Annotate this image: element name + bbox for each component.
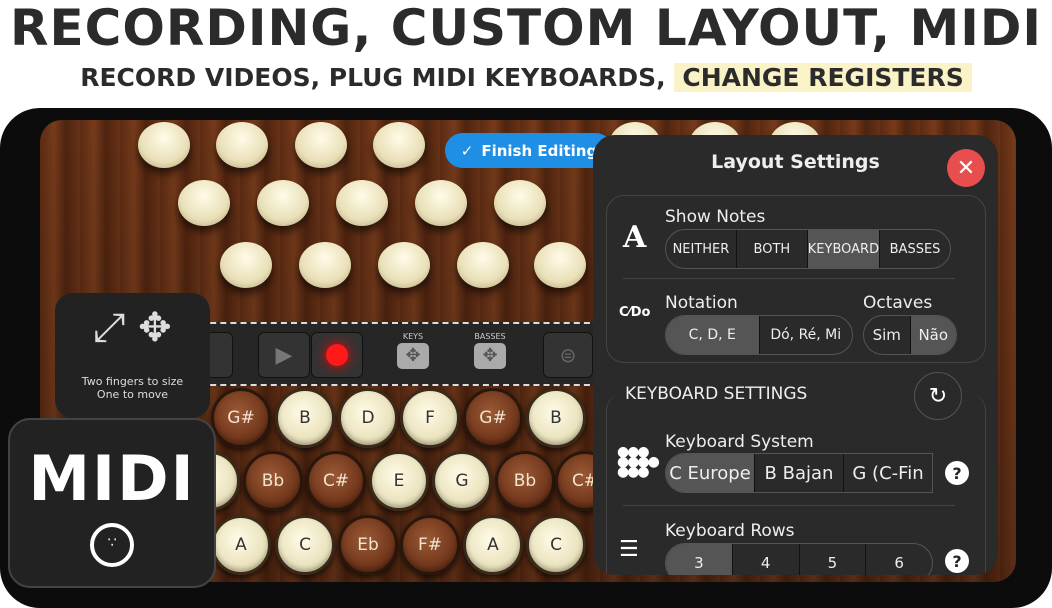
treble-register-button[interactable] (494, 180, 546, 226)
treble-register-button[interactable] (378, 242, 430, 288)
reset-button[interactable]: ↻ (914, 372, 962, 420)
keyboard-rows-segmented: 3456 (665, 543, 933, 575)
keyboard-key[interactable]: G# (463, 388, 523, 448)
keyboard-key[interactable]: F (400, 388, 460, 448)
treble-register-button[interactable] (373, 122, 425, 168)
close-icon: ✕ (956, 155, 976, 181)
panel-title: Layout Settings (711, 151, 880, 173)
treble-register-button[interactable] (295, 122, 347, 168)
option-octaves[interactable]: Sim (864, 316, 911, 354)
keyboard-key[interactable]: A (211, 515, 271, 575)
subheadline-text: RECORD VIDEOS, PLUG MIDI KEYBOARDS, (80, 63, 666, 92)
list-numbered-icon: ☰ (619, 537, 639, 562)
basses-label: BASSES (474, 332, 506, 341)
treble-register-button[interactable] (216, 122, 268, 168)
check-icon: ✓ (460, 141, 474, 160)
treble-register-button[interactable] (138, 122, 190, 168)
keys-move-control[interactable]: KEYS ✥ (390, 332, 436, 371)
close-button[interactable]: ✕ (947, 149, 985, 187)
refresh-icon: ↻ (928, 383, 948, 409)
keyboard-system-icon: ●●● ●●●● ●●● (617, 444, 660, 480)
hint-line2: One to move (96, 388, 169, 401)
keyboard-rows-label: Keyboard Rows (665, 521, 795, 541)
option-keyboard-system[interactable]: G (C-Fin (844, 454, 932, 492)
midi-connector-icon: ∵ (90, 523, 134, 567)
keyboard-key[interactable]: E (369, 451, 429, 511)
help-icon[interactable]: ? (945, 549, 969, 573)
treble-register-button[interactable] (178, 180, 230, 226)
keyboard-key[interactable]: D (338, 388, 398, 448)
notation-segmented: C, D, E Dó, Ré, Mi (665, 315, 853, 355)
option-notation[interactable]: Dó, Ré, Mi (760, 316, 853, 354)
octaves-segmented: Sim Não (863, 315, 957, 355)
treble-register-button[interactable] (336, 180, 388, 226)
move-icon: ✥ (474, 343, 506, 369)
toolbar: ▶ KEYS ✥ BASSES ✥ ⊜ (190, 322, 600, 386)
keyboard-key[interactable]: B (526, 388, 586, 448)
gesture-hint: ⤢ ✥ Two fingers to size One to move (55, 293, 210, 418)
keyboard-key[interactable]: B (275, 388, 335, 448)
keyboard-system-segmented: C Europe B Bajan G (C-Fin (665, 453, 933, 493)
treble-register-button[interactable] (457, 242, 509, 288)
subheadline-highlight: CHANGE REGISTERS (674, 63, 972, 92)
midi-badge: MIDI ∵ (8, 418, 216, 588)
treble-register-button[interactable] (415, 180, 467, 226)
play-button[interactable]: ▶ (258, 332, 310, 378)
keyboard-key[interactable]: C# (306, 451, 366, 511)
keyboard-key[interactable]: C (275, 515, 335, 575)
headline: RECORDING, CUSTOM LAYOUT, MIDI (10, 0, 1042, 57)
subheadline: RECORD VIDEOS, PLUG MIDI KEYBOARDS, CHAN… (0, 60, 1052, 96)
keyboard-key[interactable]: A (463, 515, 523, 575)
treble-register-button[interactable] (220, 242, 272, 288)
keyboard-key[interactable]: G# (211, 388, 271, 448)
basses-move-control[interactable]: BASSES ✥ (467, 332, 513, 371)
option-keyboard-rows[interactable]: 6 (866, 544, 932, 575)
keyboard-key[interactable]: F# (400, 515, 460, 575)
help-icon[interactable]: ? (945, 461, 969, 485)
keyboard-key[interactable]: Bb (495, 451, 555, 511)
option-keyboard-system[interactable]: C Europe (666, 454, 755, 492)
show-notes-label: Show Notes (665, 207, 766, 227)
treble-register-button[interactable] (299, 242, 351, 288)
octaves-label: Octaves (863, 293, 933, 313)
keyboard-system-label: Keyboard System (665, 432, 814, 452)
keyboard-key[interactable]: G (432, 451, 492, 511)
finish-editing-button[interactable]: ✓ Finish Editing (445, 133, 613, 168)
gesture-icon: ⤢ ✥ (93, 305, 172, 351)
option-keyboard-rows[interactable]: 4 (733, 544, 800, 575)
show-notes-segmented: NEITHER BOTH KEYBOARD BASSES (665, 229, 951, 269)
keyboard-key[interactable]: Bb (243, 451, 303, 511)
option-octaves[interactable]: Não (910, 316, 956, 354)
record-icon (326, 344, 348, 366)
treble-register-button[interactable] (257, 180, 309, 226)
option-show-notes[interactable]: KEYBOARD (807, 230, 881, 268)
layout-settings-panel: Layout Settings ✕ A Show Notes NEITHER BO… (593, 135, 998, 575)
keys-label: KEYS (402, 332, 424, 341)
move-icon: ✥ (397, 343, 429, 369)
treble-register-button[interactable] (534, 242, 586, 288)
midi-logo: MIDI (28, 442, 196, 515)
option-show-notes[interactable]: NEITHER (666, 230, 737, 268)
registers-button[interactable]: ⊜ (543, 332, 593, 378)
notation-label: Notation (665, 293, 738, 313)
option-show-notes[interactable]: BOTH (737, 230, 808, 268)
divider (623, 278, 955, 279)
option-show-notes[interactable]: BASSES (880, 230, 950, 268)
option-notation[interactable]: C, D, E (666, 316, 760, 354)
notation-icon: C⁄Do (619, 305, 651, 320)
font-icon: A (623, 220, 647, 255)
keyboard-key[interactable]: Eb (338, 515, 398, 575)
divider (623, 505, 955, 506)
option-keyboard-system[interactable]: B Bajan (755, 454, 844, 492)
finish-editing-label: Finish Editing (481, 141, 598, 160)
keyboard-key[interactable]: C (526, 515, 586, 575)
hint-line1: Two fingers to size (81, 375, 184, 388)
record-button[interactable] (311, 332, 363, 378)
option-keyboard-rows[interactable]: 3 (666, 544, 733, 575)
option-keyboard-rows[interactable]: 5 (800, 544, 867, 575)
